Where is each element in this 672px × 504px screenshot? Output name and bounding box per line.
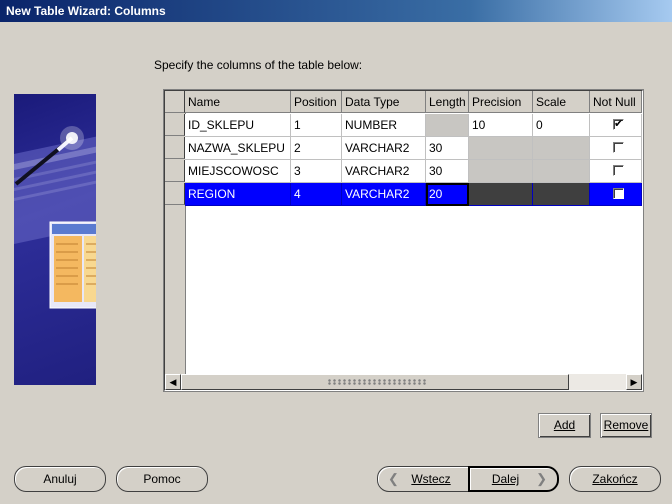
column-header-length[interactable]: Length xyxy=(426,91,469,113)
cell-precision xyxy=(469,137,533,160)
row-header[interactable] xyxy=(165,137,185,159)
instruction-text: Specify the columns of the table below: xyxy=(154,58,363,72)
wizard-illustration-graphic xyxy=(14,126,96,309)
column-header-precision[interactable]: Precision xyxy=(469,91,533,113)
cell-scale[interactable]: 0 xyxy=(533,114,590,137)
not-null-checkbox[interactable]: ✔ xyxy=(613,118,624,130)
remove-button-label: Remove xyxy=(603,418,649,432)
row-header-corner xyxy=(165,91,185,113)
help-button-label: Pomoc xyxy=(143,472,181,486)
cell-name[interactable]: MIEJSCOWOSC xyxy=(185,160,291,183)
add-button-label: Add xyxy=(553,418,576,432)
scrollbar-grip xyxy=(327,379,427,385)
scroll-left-icon[interactable]: ◀ xyxy=(165,374,181,390)
cell-position[interactable]: 2 xyxy=(291,137,342,160)
horizontal-scrollbar[interactable]: ◀ ▶ xyxy=(165,374,642,390)
cell-precision xyxy=(469,183,533,206)
column-header-name[interactable]: Name xyxy=(185,91,291,113)
help-button[interactable]: Pomoc xyxy=(116,466,208,492)
cell-precision xyxy=(469,160,533,183)
cell-name[interactable]: ID_SKLEPU xyxy=(185,114,291,137)
cell-data-type[interactable]: VARCHAR2 xyxy=(342,160,426,183)
not-null-checkbox[interactable] xyxy=(613,165,624,176)
cancel-button-label: Anuluj xyxy=(43,472,77,486)
cell-data-type[interactable]: VARCHAR2 xyxy=(342,183,426,206)
row-header[interactable] xyxy=(165,160,185,182)
next-button-label: Dalej xyxy=(491,472,520,486)
cell-name[interactable]: NAZWA_SKLEPU xyxy=(185,137,291,160)
next-button[interactable]: Dalej ❯ xyxy=(468,466,559,492)
cell-name[interactable]: REGION xyxy=(185,183,291,206)
column-header-scale[interactable]: Scale xyxy=(533,91,590,113)
cell-length[interactable]: 30 xyxy=(426,137,469,160)
wizard-illustration xyxy=(14,94,96,385)
window-title: New Table Wizard: Columns xyxy=(6,4,166,18)
finish-button-label: Zakończ xyxy=(592,472,638,486)
cell-scale xyxy=(533,160,590,183)
cell-not-null[interactable]: ✔ xyxy=(590,114,642,137)
column-header-position[interactable]: Position xyxy=(291,91,342,113)
cell-precision[interactable]: 10 xyxy=(469,114,533,137)
row-header[interactable] xyxy=(165,183,185,205)
cell-length[interactable]: 30 xyxy=(426,160,469,183)
cell-data-type[interactable]: NUMBER xyxy=(342,114,426,137)
cell-position[interactable]: 3 xyxy=(291,160,342,183)
cell-scale xyxy=(533,137,590,160)
scrollbar-thumb[interactable] xyxy=(181,374,569,390)
finish-button[interactable]: Zakończ xyxy=(569,466,661,492)
scroll-right-icon[interactable]: ▶ xyxy=(626,374,642,390)
row-header[interactable] xyxy=(165,114,185,136)
right-chevron-icon: ❯ xyxy=(536,471,547,486)
not-null-checkbox[interactable] xyxy=(613,142,624,153)
window-titlebar: New Table Wizard: Columns xyxy=(0,0,672,22)
column-header-data-type[interactable]: Data Type xyxy=(342,91,426,113)
cell-position[interactable]: 1 xyxy=(291,114,342,137)
cell-data-type[interactable]: VARCHAR2 xyxy=(342,137,426,160)
cell-not-null[interactable] xyxy=(590,137,642,160)
back-button[interactable]: ❮ Wstecz xyxy=(377,466,469,492)
add-button[interactable]: Add xyxy=(538,413,591,438)
cell-position[interactable]: 4 xyxy=(291,183,342,206)
cancel-button[interactable]: Anuluj xyxy=(14,466,106,492)
remove-button[interactable]: Remove xyxy=(600,413,652,438)
cell-not-null[interactable] xyxy=(590,183,642,206)
cell-not-null[interactable] xyxy=(590,160,642,183)
cell-scale xyxy=(533,183,590,206)
not-null-checkbox[interactable] xyxy=(613,188,624,199)
left-chevron-icon: ❮ xyxy=(388,471,399,486)
checkmark-icon: ✔ xyxy=(614,118,624,130)
row-header-column xyxy=(165,91,186,376)
back-button-label: Wstecz xyxy=(411,472,451,486)
cell-length xyxy=(426,114,469,137)
columns-grid[interactable]: Name Position Data Type Length Precision… xyxy=(163,89,644,392)
column-header-not-null[interactable]: Not Null xyxy=(590,91,642,113)
cell-length[interactable]: 20 xyxy=(426,183,469,206)
